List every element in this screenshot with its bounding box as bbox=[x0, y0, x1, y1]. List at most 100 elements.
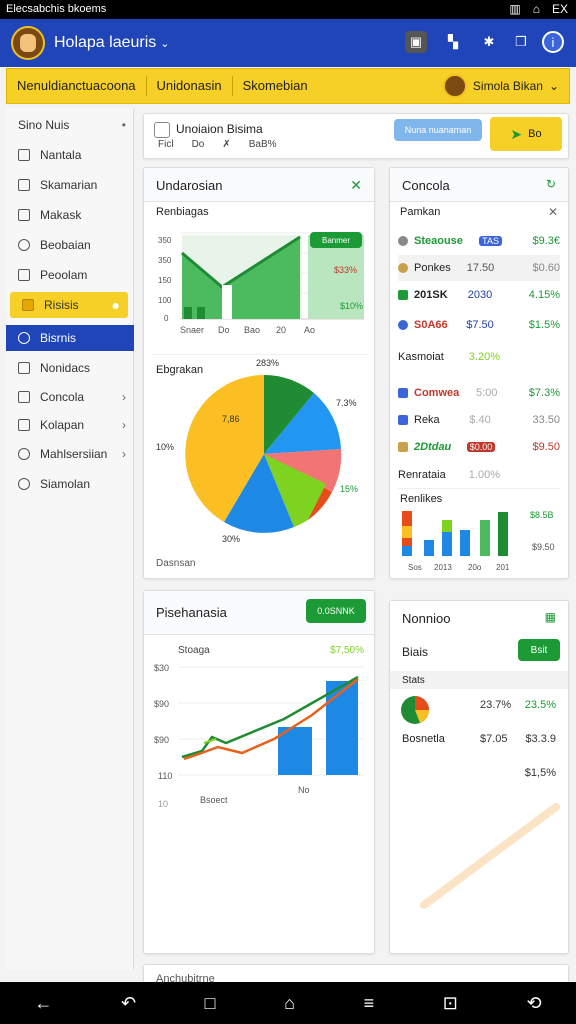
section-row: Renrataia 1.00% bbox=[398, 462, 560, 488]
meta-item: ✗ bbox=[222, 139, 231, 150]
sidebar-item-label: Mahlsersiian bbox=[40, 447, 108, 461]
star-icon[interactable]: ✱ bbox=[478, 31, 500, 53]
row-label: Biais bbox=[402, 645, 429, 659]
back-icon[interactable]: ← bbox=[34, 993, 52, 1014]
y-tick: $90 bbox=[154, 735, 169, 745]
app-bar: Holapa laeuris ⌄ ▣ ▚ ✱ ❒ i bbox=[0, 19, 576, 67]
home-icon[interactable]: ⌂ bbox=[284, 993, 295, 1014]
square-icon[interactable]: □ bbox=[205, 993, 216, 1014]
user-name: Simola Bikan bbox=[472, 79, 543, 93]
row-name: 2Dtdau bbox=[414, 441, 452, 453]
go-button-label: Bo bbox=[528, 128, 542, 140]
section-label: Kasmoiat bbox=[398, 351, 444, 363]
pie-label: 283% bbox=[256, 358, 279, 368]
stats-header: Stats bbox=[390, 671, 568, 689]
box-icon bbox=[18, 362, 30, 374]
refresh-icon[interactable]: ↻ bbox=[546, 177, 556, 191]
y-tick: 350 bbox=[158, 256, 172, 265]
item-icon bbox=[398, 415, 408, 425]
chevron-right-icon: › bbox=[122, 447, 126, 461]
sidebar-item-kolapan[interactable]: Kolapan › bbox=[6, 412, 134, 438]
home-icon bbox=[18, 269, 30, 281]
user-menu[interactable]: Simola Bikan ⌄ bbox=[442, 74, 559, 98]
row-name: S0A66 bbox=[414, 319, 448, 331]
settings-icon bbox=[18, 448, 30, 460]
sidebar-item-bisrnis[interactable]: Bisrnis bbox=[6, 325, 134, 351]
item-icon bbox=[398, 263, 408, 273]
grid-icon[interactable]: ▚ bbox=[442, 31, 464, 53]
period-button[interactable]: 0.0SNNK bbox=[306, 599, 366, 623]
list-row[interactable]: Steaouse TAS $9.3€ bbox=[398, 228, 560, 254]
pie-chart: 7,86 283% 7.3% 10% 30% 15% bbox=[156, 358, 358, 544]
row-col3: $0.60 bbox=[532, 262, 560, 274]
item-icon bbox=[398, 290, 408, 300]
sidebar-item-label: Beobaian bbox=[40, 238, 91, 252]
stat-pct: 23.7% bbox=[480, 699, 512, 711]
sidebar-item-beobaian[interactable]: Beobaian bbox=[6, 232, 134, 258]
sidebar-item-nonidacs[interactable]: Nonidacs bbox=[6, 355, 134, 381]
app-logo[interactable] bbox=[11, 26, 45, 60]
list-row[interactable]: Ponkes 17.50 $0.60 bbox=[398, 255, 560, 281]
sidebar-item-makask[interactable]: Makask bbox=[6, 202, 134, 228]
star-icon bbox=[22, 299, 34, 311]
item-icon bbox=[398, 236, 408, 246]
y-tick: 0 bbox=[164, 314, 169, 323]
menu-icon[interactable]: ≡ bbox=[364, 993, 375, 1014]
sidebar-item-peoolam[interactable]: Peoolam bbox=[6, 262, 134, 288]
sidebar-item-skamarian[interactable]: Skamarian bbox=[6, 172, 134, 198]
bsit-button[interactable]: Bsit bbox=[518, 639, 560, 661]
list-row[interactable]: 2Dtdau $0.00 $9.50 bbox=[398, 434, 560, 460]
chart-label: $10% bbox=[340, 301, 363, 311]
tab-item[interactable]: Nenuldianctuacoona bbox=[7, 76, 147, 96]
x-tick: Ao bbox=[304, 325, 315, 335]
tab-item[interactable]: Skomebian bbox=[233, 76, 318, 96]
sidebar-item-siamolan[interactable]: Siamolan bbox=[6, 471, 134, 497]
y-tick: 10 bbox=[158, 799, 168, 809]
x-tick: 20o bbox=[468, 563, 482, 572]
stat-value: $1,5% bbox=[524, 767, 556, 779]
status-ex: EX bbox=[551, 2, 568, 16]
list-row[interactable]: S0A66 $7.50 $1.5% bbox=[398, 312, 560, 338]
sidebar-item-sino-nuis[interactable]: Sino Nuis • bbox=[6, 112, 134, 138]
list-row[interactable]: Comwea 5:00 $7.3% bbox=[398, 380, 560, 406]
legend-button[interactable]: Banmer bbox=[310, 232, 362, 248]
card-title: Pisehanasia bbox=[156, 605, 227, 620]
sidebar-item-concola[interactable]: Concola › bbox=[6, 384, 134, 410]
sidebar-item-risisis[interactable]: Risisis ● bbox=[10, 292, 128, 318]
search-input[interactable]: Nuna nuanaman bbox=[394, 119, 482, 141]
section-label: Renrataia bbox=[398, 469, 446, 481]
app-title-dropdown[interactable]: Holapa laeuris ⌄ bbox=[54, 34, 170, 52]
card-header: Concola ↻ bbox=[390, 168, 568, 202]
rotate-icon[interactable]: ⟲ bbox=[527, 993, 542, 1014]
camera-icon[interactable]: ▣ bbox=[405, 31, 427, 53]
stat-pct: 23.5% bbox=[524, 699, 556, 711]
tab-item[interactable]: Unidonasin bbox=[147, 76, 233, 96]
grid-icon[interactable]: ▦ bbox=[545, 610, 556, 624]
chevron-right-icon: › bbox=[122, 390, 126, 404]
close-icon[interactable]: ✕ bbox=[548, 205, 558, 219]
row-col3: 4.15% bbox=[528, 289, 560, 301]
sidebar-item-label: Kolapan bbox=[40, 418, 85, 432]
bottom-card: Anchubitrne bbox=[143, 964, 569, 985]
undo-icon[interactable]: ↶ bbox=[121, 993, 136, 1014]
bar-mark bbox=[402, 526, 412, 538]
gift-icon[interactable]: ❒ bbox=[510, 31, 532, 53]
item-icon bbox=[398, 442, 408, 452]
line-bar-chart: $30 $90 $90 110 10 Bsoect No bbox=[154, 663, 364, 809]
sidebar-item-mahlsersiian[interactable]: Mahlsersiian › bbox=[6, 441, 134, 467]
chat-icon bbox=[18, 478, 30, 490]
pie-label: 30% bbox=[222, 534, 240, 544]
pie-center-label: 7,86 bbox=[222, 414, 240, 424]
close-icon[interactable]: ✕ bbox=[350, 177, 362, 194]
bar-mark bbox=[184, 307, 192, 319]
crop-icon[interactable]: ⊡ bbox=[443, 993, 458, 1014]
trend-card: Pisehanasia 0.0SNNK Stoaga $7,50% $30 $9… bbox=[143, 590, 375, 954]
go-button[interactable]: ➤ Bo bbox=[490, 117, 562, 151]
list-row[interactable]: 201SK 2030 4.15% bbox=[398, 282, 560, 308]
system-nav-bar: ← ↶ □ ⌂ ≡ ⊡ ⟲ bbox=[0, 982, 576, 1024]
y-tick: $90 bbox=[154, 699, 169, 709]
meta-item: Ficl bbox=[158, 139, 174, 150]
sidebar-item-nantala[interactable]: Nantala bbox=[6, 142, 134, 168]
list-row[interactable]: Reka $.40 33.50 bbox=[398, 407, 560, 433]
info-icon[interactable]: i bbox=[542, 31, 564, 53]
